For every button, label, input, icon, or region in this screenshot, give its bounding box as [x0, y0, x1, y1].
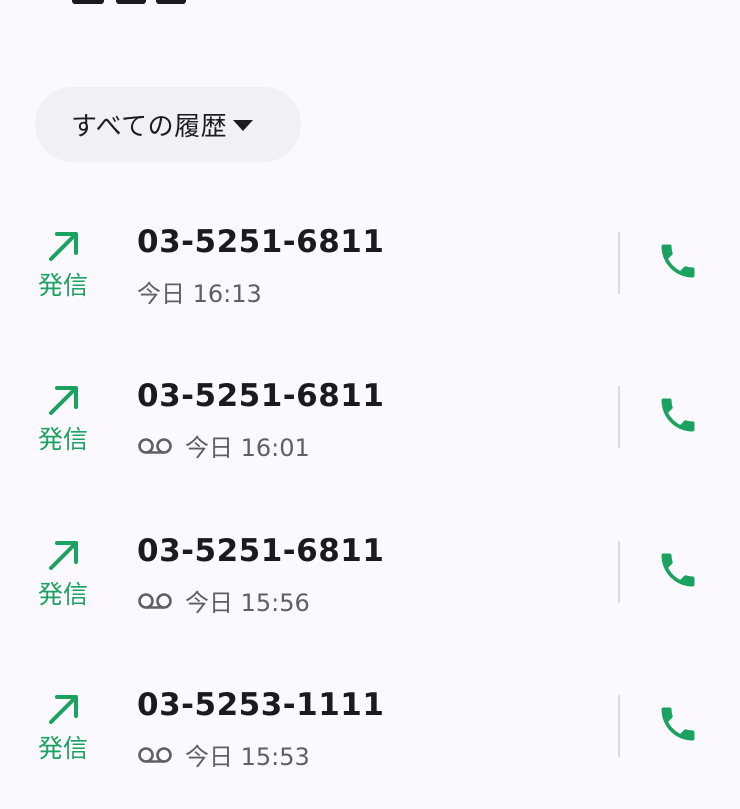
dropdown-caret-icon [233, 120, 254, 131]
call-time: 今日 15:56 [185, 589, 310, 617]
call-button[interactable] [648, 699, 708, 749]
call-meta: 今日 16:13 [137, 274, 262, 309]
voicemail-icon [138, 437, 172, 454]
call-log-row[interactable]: 発信 03-5253-1111 今日 15:53 [0, 687, 740, 809]
call-time: 今日 16:13 [137, 280, 262, 308]
filter-label: すべての履歴 [71, 112, 228, 142]
outgoing-arrow-icon [49, 695, 78, 724]
phone-number: 03-5251-6811 [137, 378, 385, 414]
call-meta: 今日 16:01 [137, 428, 310, 463]
call-log-row[interactable]: 発信 03-5251-6811 今日 16:13 [0, 224, 740, 346]
call-direction-label: 発信 [38, 580, 89, 609]
row-divider [618, 541, 620, 603]
call-direction-label: 発信 [38, 271, 89, 300]
call-meta: 今日 15:56 [137, 583, 310, 618]
call-button[interactable] [648, 236, 708, 286]
outgoing-arrow-icon [49, 541, 78, 570]
call-button[interactable] [648, 545, 708, 595]
row-divider [618, 695, 620, 757]
header-title-partial [72, 0, 192, 8]
call-button[interactable] [648, 390, 708, 440]
voicemail-icon [138, 746, 172, 763]
call-history-filter-dropdown[interactable]: すべての履歴 [35, 87, 301, 162]
call-time: 今日 15:53 [185, 743, 310, 771]
call-log-row[interactable]: 発信 03-5251-6811 今日 15:56 [0, 533, 740, 655]
call-direction-label: 発信 [38, 425, 89, 454]
row-divider [618, 386, 620, 448]
call-direction-label: 発信 [38, 734, 89, 763]
phone-number: 03-5251-6811 [137, 533, 385, 569]
phone-icon [661, 398, 695, 432]
phone-icon [661, 553, 695, 587]
call-meta: 今日 15:53 [137, 737, 310, 772]
phone-icon [661, 244, 695, 278]
voicemail-icon [138, 592, 172, 609]
row-divider [618, 232, 620, 294]
outgoing-arrow-icon [49, 232, 78, 261]
phone-icon [661, 707, 695, 741]
call-log-row[interactable]: 発信 03-5251-6811 今日 16:01 [0, 378, 740, 500]
phone-number: 03-5251-6811 [137, 224, 385, 260]
phone-number: 03-5253-1111 [137, 687, 385, 723]
outgoing-arrow-icon [49, 386, 78, 415]
call-time: 今日 16:01 [185, 434, 310, 462]
